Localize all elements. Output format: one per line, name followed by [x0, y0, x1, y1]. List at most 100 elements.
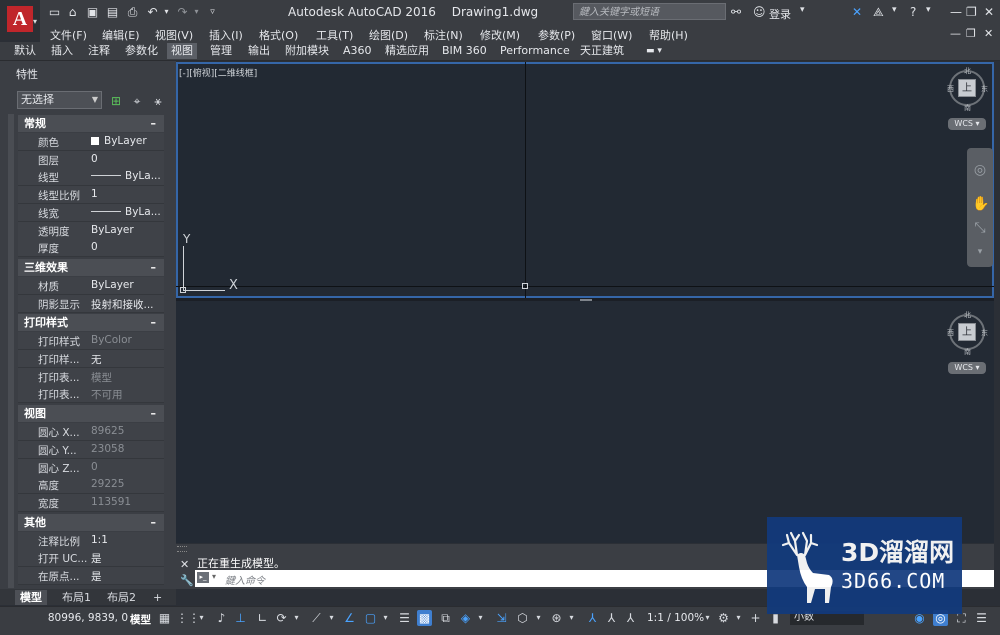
menu-insert[interactable]: 插入(I) [209, 27, 243, 43]
user-icon[interactable]: ☺ [753, 5, 766, 19]
property-value[interactable]: 0 [91, 241, 163, 253]
property-section-header[interactable]: 视图 – [18, 405, 164, 423]
palette-side-strip[interactable] [8, 114, 14, 588]
chevron-down-icon[interactable]: ▾ [289, 610, 304, 626]
save-icon[interactable]: ▣ [86, 6, 99, 18]
viewport-controls-label[interactable]: [-][俯视][二维线框] [179, 66, 257, 79]
annotation-scale-icon[interactable]: ⅄ [623, 610, 638, 626]
property-row[interactable]: 线宽 ByLa... [18, 203, 164, 222]
undo-dropdown-icon[interactable]: ▾ [160, 6, 173, 18]
property-row[interactable]: 圆心 Y... 23058 [18, 440, 164, 459]
property-value[interactable]: ByLayer [91, 279, 163, 291]
chevron-down-icon[interactable]: ▾ [324, 610, 339, 626]
chevron-down-icon[interactable]: ▾ [194, 610, 209, 626]
search-input[interactable]: 鍵入关键字或短语 [573, 3, 726, 20]
property-value[interactable]: ByLa... [91, 206, 163, 218]
command-line-grip[interactable] [177, 546, 187, 552]
saveas-icon[interactable]: ▤ [106, 6, 119, 18]
compass-south[interactable]: 南 [964, 347, 971, 357]
menu-format[interactable]: 格式(O) [259, 27, 298, 43]
doc-close-button[interactable]: ✕ [984, 27, 993, 40]
exchange-icon[interactable]: ✕ [852, 5, 862, 19]
snap-mode-icon[interactable]: ⋮⋮ [176, 610, 200, 626]
property-row[interactable]: 打印样... 无 [18, 350, 164, 368]
property-row[interactable]: 打开 UC... 是 [18, 549, 164, 568]
tab-insert[interactable]: 插入 [47, 43, 77, 59]
property-row[interactable]: 打印表... 不可用 [18, 385, 164, 404]
compass-north[interactable]: 北 [964, 66, 971, 76]
menu-help[interactable]: 帮助(H) [649, 27, 688, 43]
property-row[interactable]: 厚度 0 [18, 239, 164, 258]
viewcube-bottom[interactable]: 上 北 南 西 东 [947, 310, 988, 356]
zoom-extents-icon[interactable]: ⤡ [972, 220, 988, 236]
property-value[interactable]: 无 [91, 352, 163, 367]
property-value[interactable]: 23058 [91, 443, 163, 455]
print-icon[interactable]: ⎙ [126, 6, 139, 18]
tab-performance[interactable]: Performance [496, 43, 574, 59]
compass-north[interactable]: 北 [964, 310, 971, 320]
redo-dropdown-icon[interactable]: ▾ [190, 6, 203, 18]
menu-window[interactable]: 窗口(W) [591, 27, 632, 43]
selection-dropdown[interactable]: 无选择 ▼ [17, 91, 102, 109]
model-space-button[interactable]: 模型 [130, 612, 151, 627]
maximize-button[interactable]: ❐ [966, 5, 977, 19]
viewcube-top[interactable]: 上 北 南 西 东 [947, 66, 988, 112]
property-section-header[interactable]: 打印样式 – [18, 314, 164, 332]
property-row[interactable]: 图层 0 [18, 150, 164, 169]
polar-tracking-icon[interactable]: ⟳ [274, 610, 289, 626]
property-row[interactable]: 颜色 ByLayer [18, 133, 164, 151]
property-value[interactable]: 113591 [91, 496, 163, 508]
dynamic-input-icon[interactable]: ⊥ [233, 610, 248, 626]
tab-bim360[interactable]: BIM 360 [438, 43, 491, 59]
binoculars-icon[interactable]: ⚯ [731, 5, 741, 19]
property-row[interactable]: 透明度 ByLayer [18, 221, 164, 240]
collapse-icon[interactable]: – [151, 314, 157, 331]
customize-icon[interactable]: ▿ [206, 6, 219, 18]
quick-select-icon[interactable]: ⚹ [151, 94, 165, 108]
new-icon[interactable]: ▭ [48, 6, 61, 18]
tab-layout2[interactable]: 布局2 [102, 590, 141, 605]
lineweight-icon[interactable]: ☰ [397, 610, 412, 626]
property-section-header[interactable]: 其他 – [18, 513, 164, 531]
auto-scale-icon[interactable]: ⅄ [604, 610, 619, 626]
property-value[interactable]: ByLayer [91, 224, 163, 236]
ribbon-minimize-icon[interactable]: ▬ ▾ [642, 43, 666, 59]
tab-parametric[interactable]: 参数化 [121, 43, 162, 59]
application-menu-button[interactable]: A ▾ [0, 0, 40, 40]
tab-layout1[interactable]: 布局1 [57, 590, 96, 605]
wcs-menu-button[interactable]: WCS ▾ [948, 118, 986, 130]
steering-wheel-icon[interactable]: ◎ [972, 162, 988, 178]
property-value[interactable]: 89625 [91, 425, 163, 437]
3d-object-snap-icon[interactable]: ◈ [458, 610, 473, 626]
command-input[interactable]: 鍵入命令 [225, 572, 265, 587]
tab-default[interactable]: 默认 [10, 43, 40, 59]
chevron-down-icon[interactable]: ▾ [972, 244, 988, 260]
customization-icon[interactable]: ☰ [974, 610, 989, 626]
tab-tangent-arch[interactable]: 天正建筑 [576, 43, 628, 59]
tab-output[interactable]: 输出 [244, 43, 274, 59]
tab-model[interactable]: 模型 [15, 590, 47, 605]
property-section-header[interactable]: 三维效果 – [18, 258, 164, 276]
chevron-down-icon[interactable]: ▾ [378, 610, 393, 626]
property-row[interactable]: 阴影显示 投射和接收... [18, 294, 164, 313]
menu-modify[interactable]: 修改(M) [480, 27, 520, 43]
splitter-grip[interactable] [580, 299, 592, 301]
property-value[interactable]: 投射和接收... [91, 297, 163, 312]
chevron-down-icon[interactable]: ▾ [926, 5, 931, 15]
chevron-down-icon[interactable]: ▾ [564, 610, 579, 626]
gizmo-icon[interactable]: ⊛ [549, 610, 564, 626]
tab-a360[interactable]: A360 [339, 43, 376, 59]
annotation-visibility-icon[interactable]: ⅄ [585, 610, 600, 626]
tab-featured-apps[interactable]: 精选应用 [381, 43, 433, 59]
tab-view[interactable]: 视图 [167, 43, 197, 59]
infer-constraints-icon[interactable]: ♪ [214, 610, 229, 626]
property-row[interactable]: 打印表... 模型 [18, 367, 164, 386]
property-row[interactable]: 线型 ByLa... [18, 168, 164, 187]
collapse-icon[interactable]: – [151, 115, 157, 132]
chevron-down-icon[interactable]: ▾ [700, 610, 715, 626]
undo-icon[interactable]: ↶ [146, 6, 159, 18]
property-row[interactable]: 圆心 Z... 0 [18, 458, 164, 477]
open-icon[interactable]: ⌂ [66, 6, 79, 18]
compass-east[interactable]: 东 [981, 328, 988, 338]
isodraft-icon[interactable]: ⟋ [309, 610, 324, 626]
